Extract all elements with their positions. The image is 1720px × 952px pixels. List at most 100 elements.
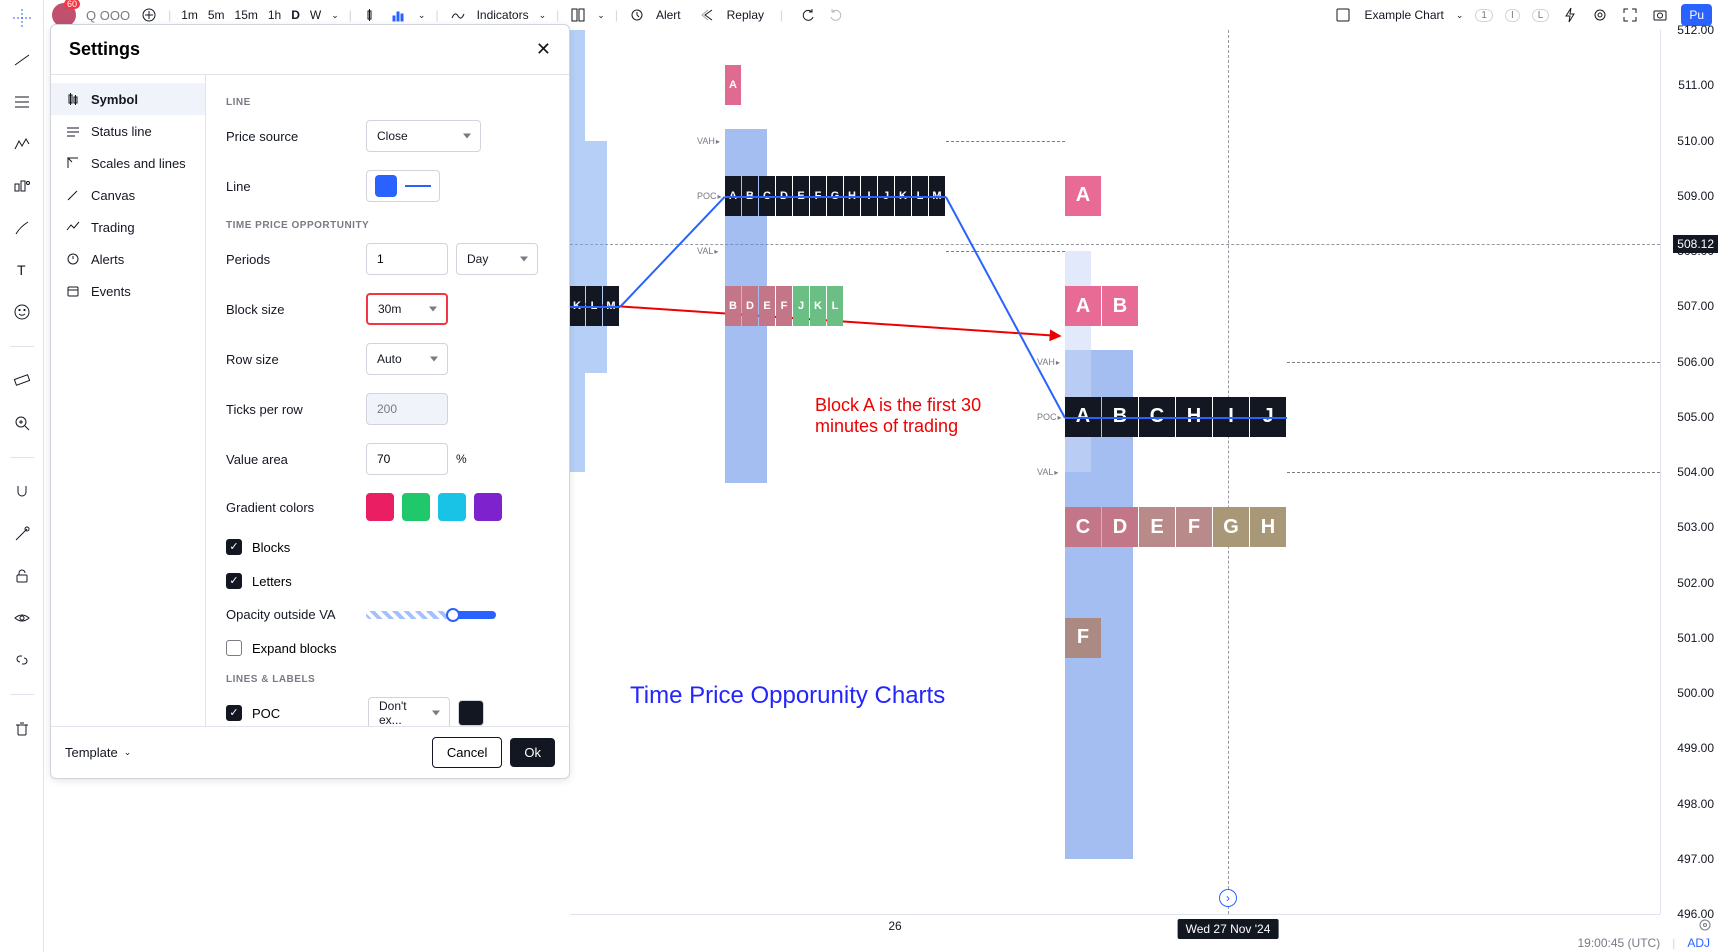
ok-button[interactable]: Ok	[510, 738, 555, 767]
poc-cb-label: POC	[252, 706, 368, 721]
poc-extend-select[interactable]: Don't ex...	[368, 697, 450, 726]
interval-d[interactable]: D	[291, 8, 300, 22]
save-icon[interactable]	[1334, 6, 1352, 24]
chart-canvas[interactable]: Time Price Opporunity ChartsBlock A is t…	[570, 30, 1660, 914]
adj-label[interactable]: ADJ	[1687, 936, 1710, 950]
tpo-block: B	[1102, 286, 1138, 326]
interval-5m[interactable]: 5m	[208, 8, 225, 22]
fib-tool-icon[interactable]	[8, 92, 36, 112]
text-tool-icon[interactable]: T	[8, 260, 36, 280]
template-button[interactable]: Template⌄	[65, 745, 131, 760]
time-axis-label: Wed 27 Nov '24	[1178, 919, 1279, 939]
zoom-tool-icon[interactable]	[8, 413, 36, 433]
poc-color-swatch[interactable]	[458, 700, 484, 726]
camera-icon[interactable]	[1651, 6, 1669, 24]
line-style-sample[interactable]	[405, 185, 431, 187]
poc-connector-line	[725, 196, 946, 198]
gradient-swatch-2[interactable]	[402, 493, 430, 521]
settings-gear-icon[interactable]	[1591, 6, 1609, 24]
crosshair-vertical	[1228, 30, 1229, 914]
blocks-checkbox[interactable]	[226, 539, 242, 555]
badge-i[interactable]: I	[1505, 9, 1520, 22]
vah-label: VAH	[1037, 357, 1060, 367]
interval-15m[interactable]: 15m	[235, 8, 258, 22]
scroll-to-recent-button[interactable]: ›	[1219, 889, 1237, 907]
nav-alerts[interactable]: Alerts	[51, 243, 205, 275]
indicators-icon[interactable]	[449, 6, 467, 24]
fullscreen-icon[interactable]	[1621, 6, 1639, 24]
trash-tool-icon[interactable]	[8, 719, 36, 739]
nav-status-line[interactable]: Status line	[51, 115, 205, 147]
nav-scales[interactable]: Scales and lines	[51, 147, 205, 179]
expand-checkbox[interactable]	[226, 640, 242, 656]
redo-icon[interactable]	[827, 6, 845, 24]
time-axis-label: 26	[888, 919, 901, 933]
alert-button[interactable]: Alert	[656, 8, 681, 22]
undo-icon[interactable]	[799, 6, 817, 24]
badge-1[interactable]: 1	[1475, 9, 1493, 22]
gradient-swatch-1[interactable]	[366, 493, 394, 521]
replay-button[interactable]: Replay	[727, 8, 764, 22]
link-tool-icon[interactable]	[8, 650, 36, 670]
line-color-swatch[interactable]	[375, 175, 397, 197]
bars-icon[interactable]	[390, 6, 408, 24]
axis-settings-icon[interactable]	[1698, 918, 1712, 932]
gradient-label: Gradient colors	[226, 500, 366, 515]
nav-trading[interactable]: Trading	[51, 211, 205, 243]
opacity-slider[interactable]	[366, 611, 496, 619]
badge-l[interactable]: L	[1532, 9, 1550, 22]
price-tick: 511.00	[1678, 78, 1714, 92]
indicators-button[interactable]: Indicators	[477, 8, 529, 22]
eye-tool-icon[interactable]	[8, 608, 36, 628]
line-label: Line	[226, 179, 366, 194]
letters-checkbox[interactable]	[226, 573, 242, 589]
nav-symbol[interactable]: Symbol	[51, 83, 205, 115]
ticks-input: 200	[366, 393, 448, 425]
interval-1h[interactable]: 1h	[268, 8, 281, 22]
compare-icon[interactable]	[140, 6, 158, 24]
trendline-tool-icon[interactable]	[8, 50, 36, 70]
tpo-block: G	[1213, 507, 1249, 547]
section-lines-labels: LINES & LABELS	[226, 674, 549, 685]
ruler-tool-icon[interactable]	[8, 371, 36, 391]
tpo-block: A	[725, 65, 741, 105]
periods-input[interactable]: 1	[366, 243, 448, 275]
periods-unit-select[interactable]: Day	[456, 243, 538, 275]
lock-tool-icon[interactable]	[8, 566, 36, 586]
poc-checkbox[interactable]	[226, 705, 242, 721]
volume-bar	[569, 141, 607, 373]
candle-type-icon[interactable]	[362, 6, 380, 24]
periods-label: Periods	[226, 252, 366, 267]
nav-canvas[interactable]: Canvas	[51, 179, 205, 211]
chart-name[interactable]: Example Chart	[1364, 8, 1443, 22]
magnet-tool-icon[interactable]	[8, 482, 36, 502]
volume-bar	[569, 30, 585, 141]
interval-w[interactable]: W	[310, 8, 321, 22]
tpo-block: D	[742, 286, 758, 326]
brush-tool-icon[interactable]	[8, 218, 36, 238]
symbol-search[interactable]: Q OOO	[86, 8, 130, 23]
time-axis[interactable]: 26 Wed 27 Nov '24	[570, 914, 1660, 940]
settings-nav: Symbol Status line Scales and lines Canv…	[51, 75, 206, 726]
va-input[interactable]: 70	[366, 443, 448, 475]
replay-icon[interactable]	[699, 6, 717, 24]
flash-icon[interactable]	[1561, 6, 1579, 24]
close-icon[interactable]: ✕	[536, 39, 551, 60]
cancel-button[interactable]: Cancel	[432, 737, 502, 768]
block-size-select[interactable]: 30m	[366, 293, 448, 325]
gradient-swatch-3[interactable]	[438, 493, 466, 521]
layout-icon[interactable]	[569, 6, 587, 24]
alert-icon[interactable]	[628, 6, 646, 24]
row-size-select[interactable]: Auto	[366, 343, 448, 375]
interval-1m[interactable]: 1m	[181, 8, 198, 22]
nav-events[interactable]: Events	[51, 275, 205, 307]
crosshair-tool-icon[interactable]	[8, 8, 36, 28]
alerts-icon	[65, 251, 81, 267]
gradient-swatch-4[interactable]	[474, 493, 502, 521]
forecast-tool-icon[interactable]	[8, 176, 36, 196]
pattern-tool-icon[interactable]	[8, 134, 36, 154]
price-scale[interactable]: 512.00511.00510.00509.00508.00507.00506.…	[1660, 30, 1720, 914]
drawing-lock-icon[interactable]	[8, 524, 36, 544]
price-source-select[interactable]: Close	[366, 120, 481, 152]
emoji-tool-icon[interactable]	[8, 302, 36, 322]
